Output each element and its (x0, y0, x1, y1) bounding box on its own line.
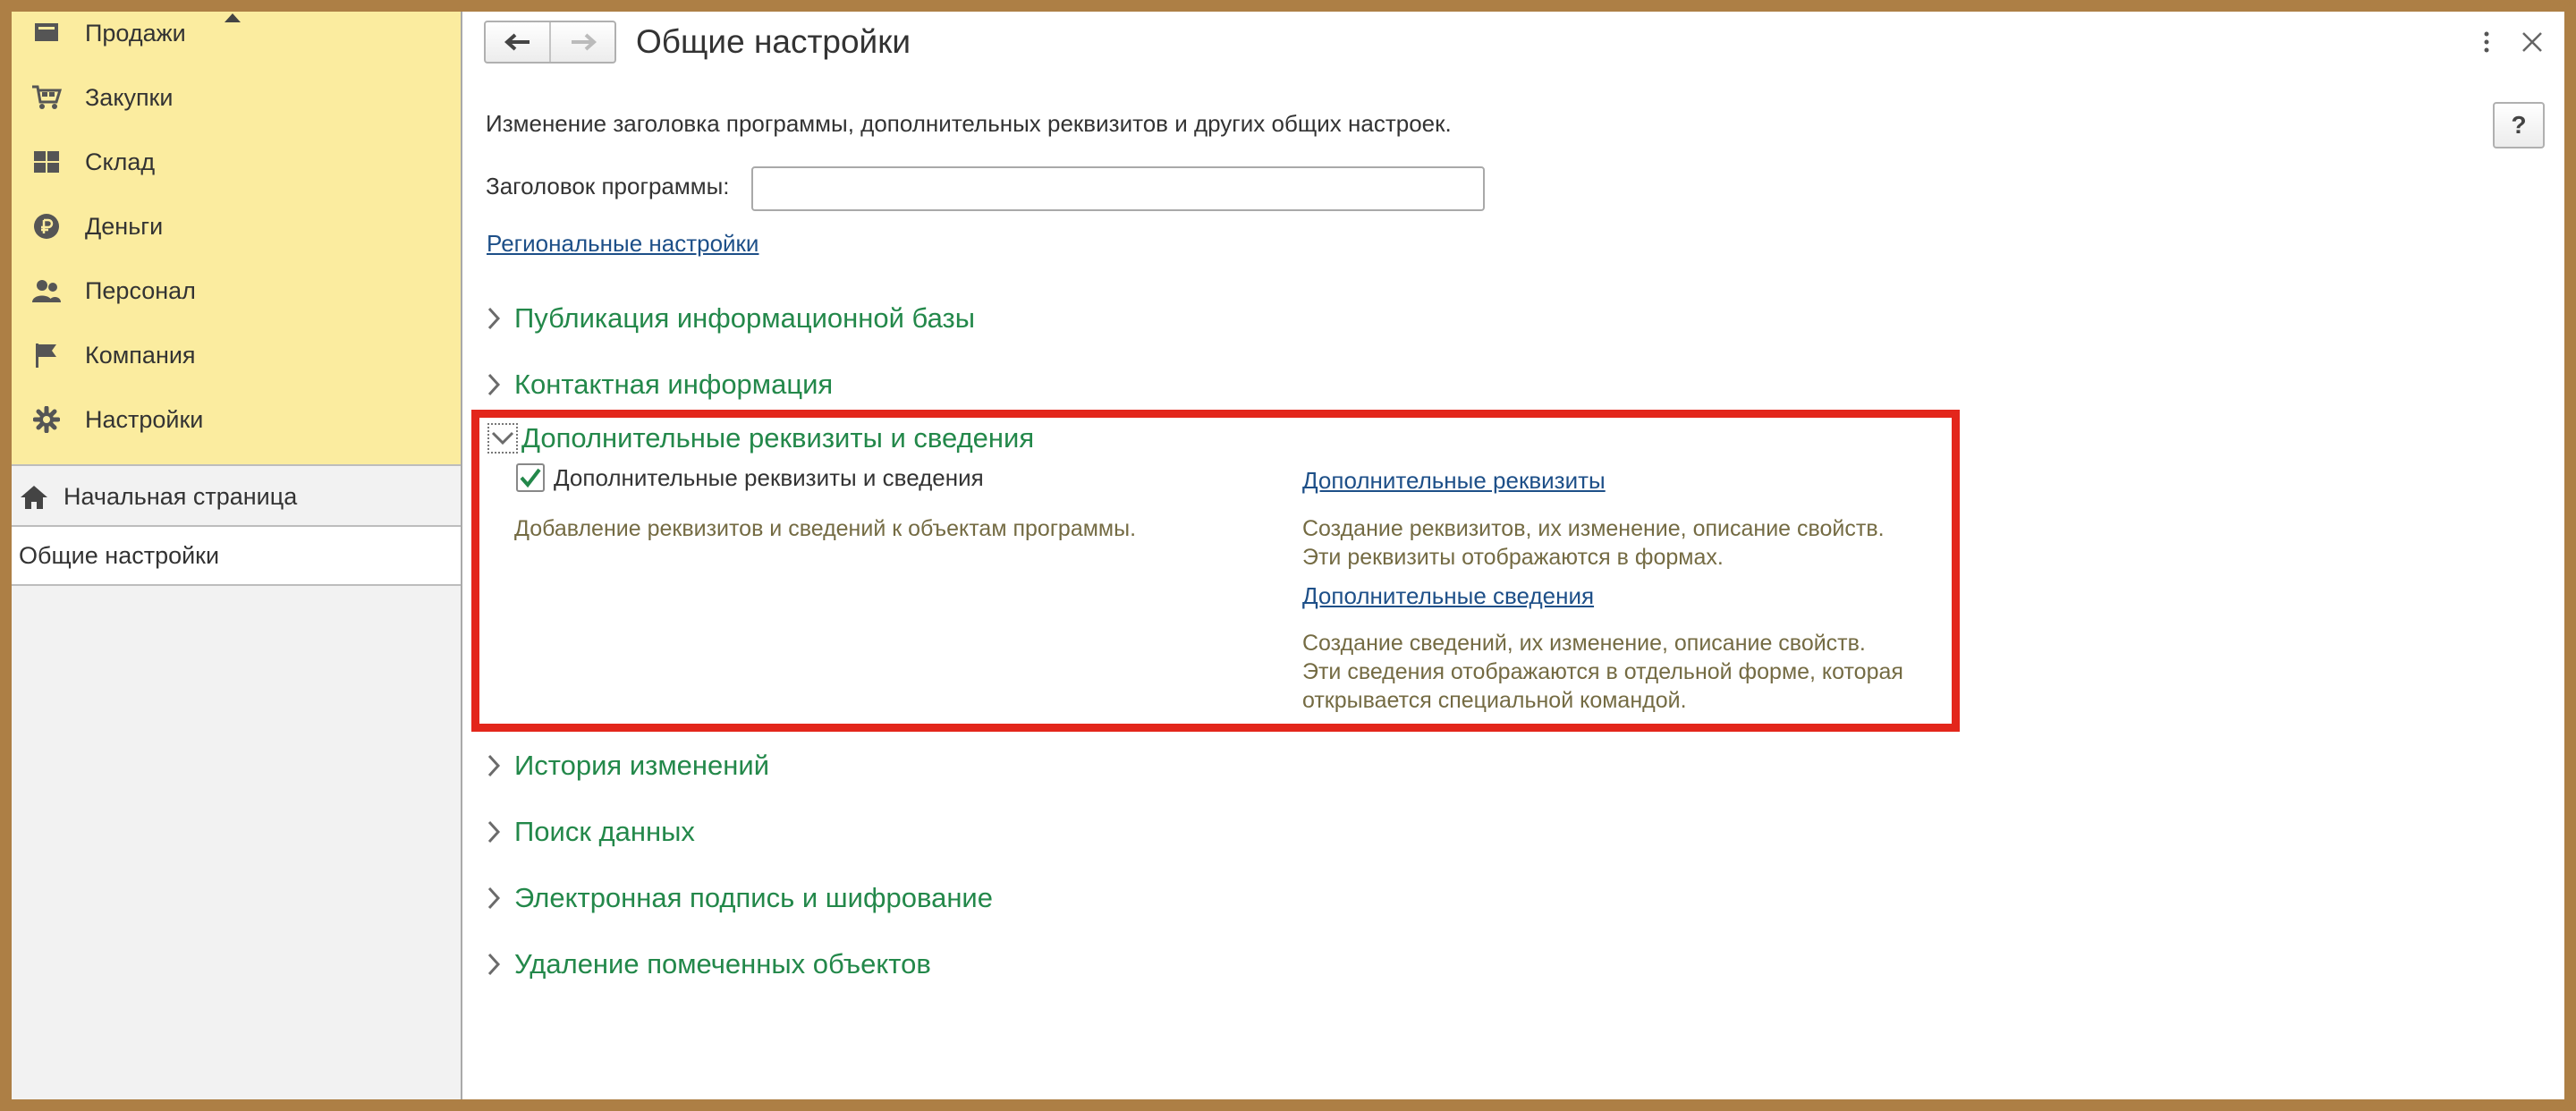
section-settings[interactable]: Настройки (12, 387, 461, 452)
additional-attributes-checkbox[interactable] (516, 463, 545, 492)
people-icon (30, 274, 64, 308)
gear-icon (30, 403, 64, 437)
main-content: Общие настройки ? Изменение заголовка пр… (462, 12, 2564, 1099)
forward-button[interactable] (549, 22, 614, 62)
chevron-right-icon (487, 373, 501, 396)
group-change-history[interactable]: История изменений (484, 743, 769, 788)
group-digital-signature[interactable]: Электронная подпись и шифрование (484, 876, 993, 920)
section-sales[interactable]: Продажи (12, 12, 461, 65)
page-title: Общие настройки (636, 23, 911, 60)
chevron-right-icon (487, 820, 501, 844)
group-contact-info[interactable]: Контактная информация (484, 362, 833, 407)
nav-general-settings[interactable]: Общие настройки (12, 527, 461, 586)
section-purchases[interactable]: Закупки (12, 65, 461, 130)
attributes-hint: Создание реквизитов, их изменение, описа… (1302, 516, 1885, 570)
cart-icon (30, 81, 64, 114)
warehouse-icon (30, 145, 64, 179)
additional-info-link[interactable]: Дополнительные сведения (1302, 582, 1594, 610)
help-button[interactable]: ? (2493, 102, 2545, 148)
checkmark-icon (520, 468, 541, 488)
arrow-left-icon (504, 33, 530, 51)
group-data-search[interactable]: Поиск данных (484, 810, 695, 854)
close-icon[interactable] (2521, 31, 2543, 53)
more-menu-icon[interactable] (2480, 30, 2493, 56)
program-title-input[interactable] (751, 166, 1485, 211)
flag-icon (30, 338, 64, 372)
additional-attributes-checkbox-row[interactable]: Дополнительные реквизиты и сведения (516, 463, 984, 492)
nav-home-page[interactable]: Начальная страница (12, 468, 461, 527)
chevron-right-icon (487, 754, 501, 777)
section-warehouse[interactable]: Склад (12, 130, 461, 194)
app-window: Продажи Закупки Склад Деньги Персонал Ко… (12, 12, 2564, 1099)
ruble-icon (30, 209, 64, 243)
additional-attributes-link[interactable]: Дополнительные реквизиты (1302, 467, 1606, 495)
page-description: Изменение заголовка программы, дополните… (486, 110, 1452, 137)
regional-settings-link[interactable]: Региональные настройки (487, 230, 758, 258)
section-company[interactable]: Компания (12, 323, 461, 387)
info-hint: Создание сведений, их изменение, описани… (1302, 631, 1903, 713)
sales-icon (30, 16, 64, 50)
sidebar: Продажи Закупки Склад Деньги Персонал Ко… (12, 12, 462, 1099)
checkbox-hint: Добавление реквизитов и сведений к объек… (514, 516, 1137, 541)
group-delete-marked[interactable]: Удаление помеченных объектов (484, 942, 931, 987)
history-nav (484, 21, 616, 64)
home-icon (19, 484, 49, 511)
chevron-right-icon (487, 953, 501, 976)
group-additional-attributes[interactable]: Дополнительные реквизиты и сведения (487, 422, 1034, 454)
section-personnel[interactable]: Персонал (12, 259, 461, 323)
arrow-right-icon (571, 33, 597, 51)
sections-panel: Продажи Закупки Склад Деньги Персонал Ко… (12, 12, 461, 466)
chevron-down-icon[interactable] (487, 423, 518, 454)
section-money[interactable]: Деньги (12, 194, 461, 259)
program-title-label: Заголовок программы: (486, 173, 730, 199)
back-button[interactable] (486, 22, 549, 62)
chevron-right-icon (487, 886, 501, 910)
group-infobase-publication[interactable]: Публикация информационной базы (484, 296, 975, 341)
chevron-right-icon (487, 307, 501, 330)
